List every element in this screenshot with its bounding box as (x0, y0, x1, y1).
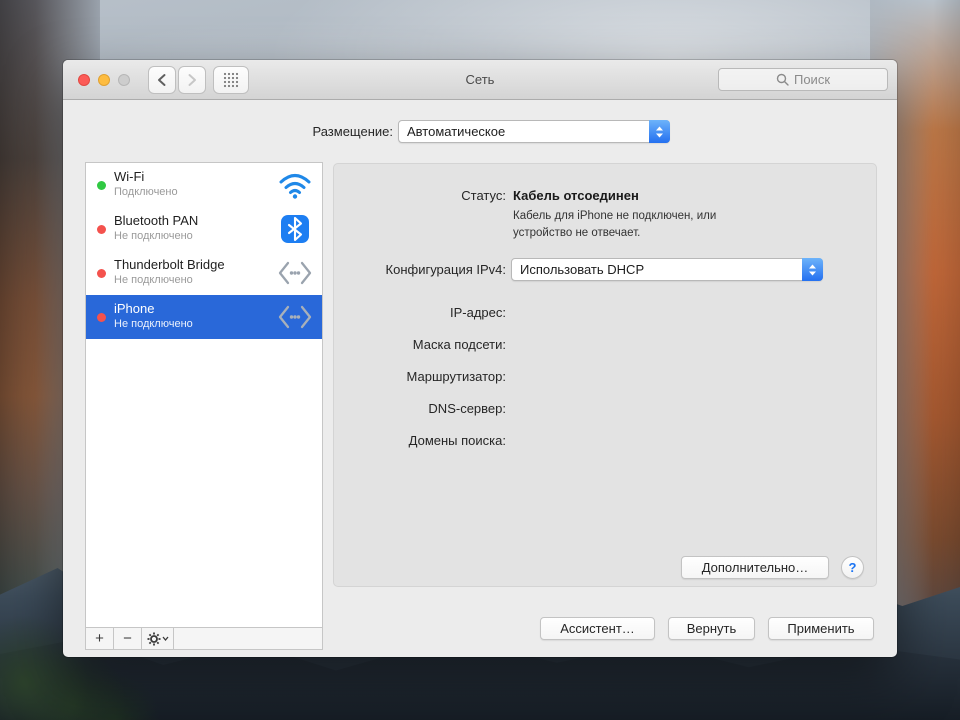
search-placeholder: Поиск (794, 72, 830, 87)
ipv4-select-value: Использовать DHCP (520, 262, 644, 277)
wifi-icon (277, 170, 313, 200)
zoom-button[interactable] (118, 74, 130, 86)
back-button[interactable] (148, 66, 176, 94)
ip-address-label: IP-адрес: (334, 305, 506, 320)
location-label: Размещение: (63, 124, 393, 139)
router-label: Маршрутизатор: (334, 369, 506, 384)
bridge-icon (277, 258, 313, 288)
advanced-button[interactable]: Дополнительно… (681, 556, 829, 579)
service-row-iphone[interactable]: iPhone Не подключено (86, 295, 322, 339)
service-row-wifi[interactable]: Wi-Fi Подключено (86, 163, 322, 207)
minimize-button[interactable] (98, 74, 110, 86)
chevron-right-icon (186, 73, 198, 87)
status-dot-disconnected (97, 313, 106, 322)
remove-service-button[interactable]: − (114, 628, 142, 649)
select-arrows-icon (802, 258, 823, 281)
titlebar[interactable]: Сеть Поиск (63, 60, 897, 100)
services-sidebar: Wi-Fi Подключено Bluetooth PAN Не подклю… (85, 162, 323, 650)
network-preferences-window: Сеть Поиск Размещение: Автоматическое Wi… (63, 60, 897, 657)
status-note-line2: устройство не отвечает. (513, 225, 716, 242)
select-arrows-icon (649, 120, 670, 143)
status-value: Кабель отсоединен (513, 188, 639, 203)
status-dot-disconnected (97, 269, 106, 278)
assistant-button[interactable]: Ассистент… (540, 617, 655, 640)
bluetooth-icon (277, 214, 313, 244)
status-note: Кабель для iPhone не подключен, или устр… (513, 208, 716, 243)
dns-server-label: DNS-сервер: (334, 401, 506, 416)
location-select[interactable]: Автоматическое (398, 120, 670, 143)
action-menu-button[interactable] (142, 628, 174, 649)
search-field[interactable]: Поиск (718, 68, 888, 91)
close-button[interactable] (78, 74, 90, 86)
service-row-bluetooth-pan[interactable]: Bluetooth PAN Не подключено (86, 207, 322, 251)
grid-icon (223, 72, 239, 88)
revert-button[interactable]: Вернуть (668, 617, 755, 640)
ipv4-config-label: Конфигурация IPv4: (334, 262, 506, 277)
search-icon (776, 73, 789, 86)
status-dot-connected (97, 181, 106, 190)
bridge-icon (277, 302, 313, 332)
status-dot-disconnected (97, 225, 106, 234)
location-select-value: Автоматическое (407, 124, 505, 139)
status-label: Статус: (334, 188, 506, 203)
status-note-line1: Кабель для iPhone не подключен, или (513, 208, 716, 225)
chevron-left-icon (156, 73, 168, 87)
chevron-down-icon (162, 636, 169, 641)
add-service-button[interactable]: + (86, 628, 114, 649)
ipv4-config-select[interactable]: Использовать DHCP (511, 258, 823, 281)
gear-icon (147, 632, 161, 646)
services-list: Wi-Fi Подключено Bluetooth PAN Не подклю… (86, 163, 322, 628)
forward-button[interactable] (178, 66, 206, 94)
show-all-button[interactable] (213, 66, 249, 94)
service-detail-panel: Статус: Кабель отсоединен Кабель для iPh… (333, 163, 877, 587)
sidebar-toolbar: + − (86, 627, 322, 649)
search-domains-label: Домены поиска: (334, 433, 506, 448)
help-button[interactable]: ? (841, 556, 864, 579)
service-row-thunderbolt-bridge[interactable]: Thunderbolt Bridge Не подключено (86, 251, 322, 295)
apply-button[interactable]: Применить (768, 617, 874, 640)
subnet-mask-label: Маска подсети: (334, 337, 506, 352)
